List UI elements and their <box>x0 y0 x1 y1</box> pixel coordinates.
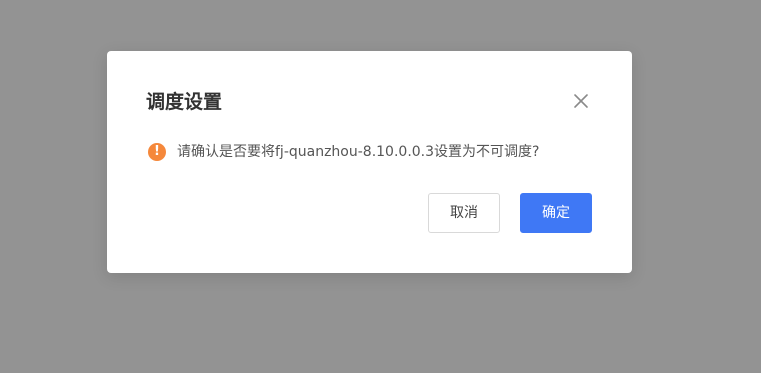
schedule-settings-dialog: 调度设置 ! 请确认是否要将fj-quanzhou-8.10.0.0.3设置为不… <box>107 51 632 273</box>
dialog-title: 调度设置 <box>146 91 223 113</box>
message-text: 请确认是否要将fj-quanzhou-8.10.0.0.3设置为不可调度? <box>177 144 540 160</box>
cancel-button[interactable]: 取消 <box>428 193 500 233</box>
close-icon <box>574 94 588 108</box>
close-button[interactable] <box>571 91 591 111</box>
warning-icon: ! <box>148 143 166 161</box>
confirm-button[interactable]: 确定 <box>520 193 592 233</box>
confirm-message: ! 请确认是否要将fj-quanzhou-8.10.0.0.3设置为不可调度? <box>148 142 539 162</box>
